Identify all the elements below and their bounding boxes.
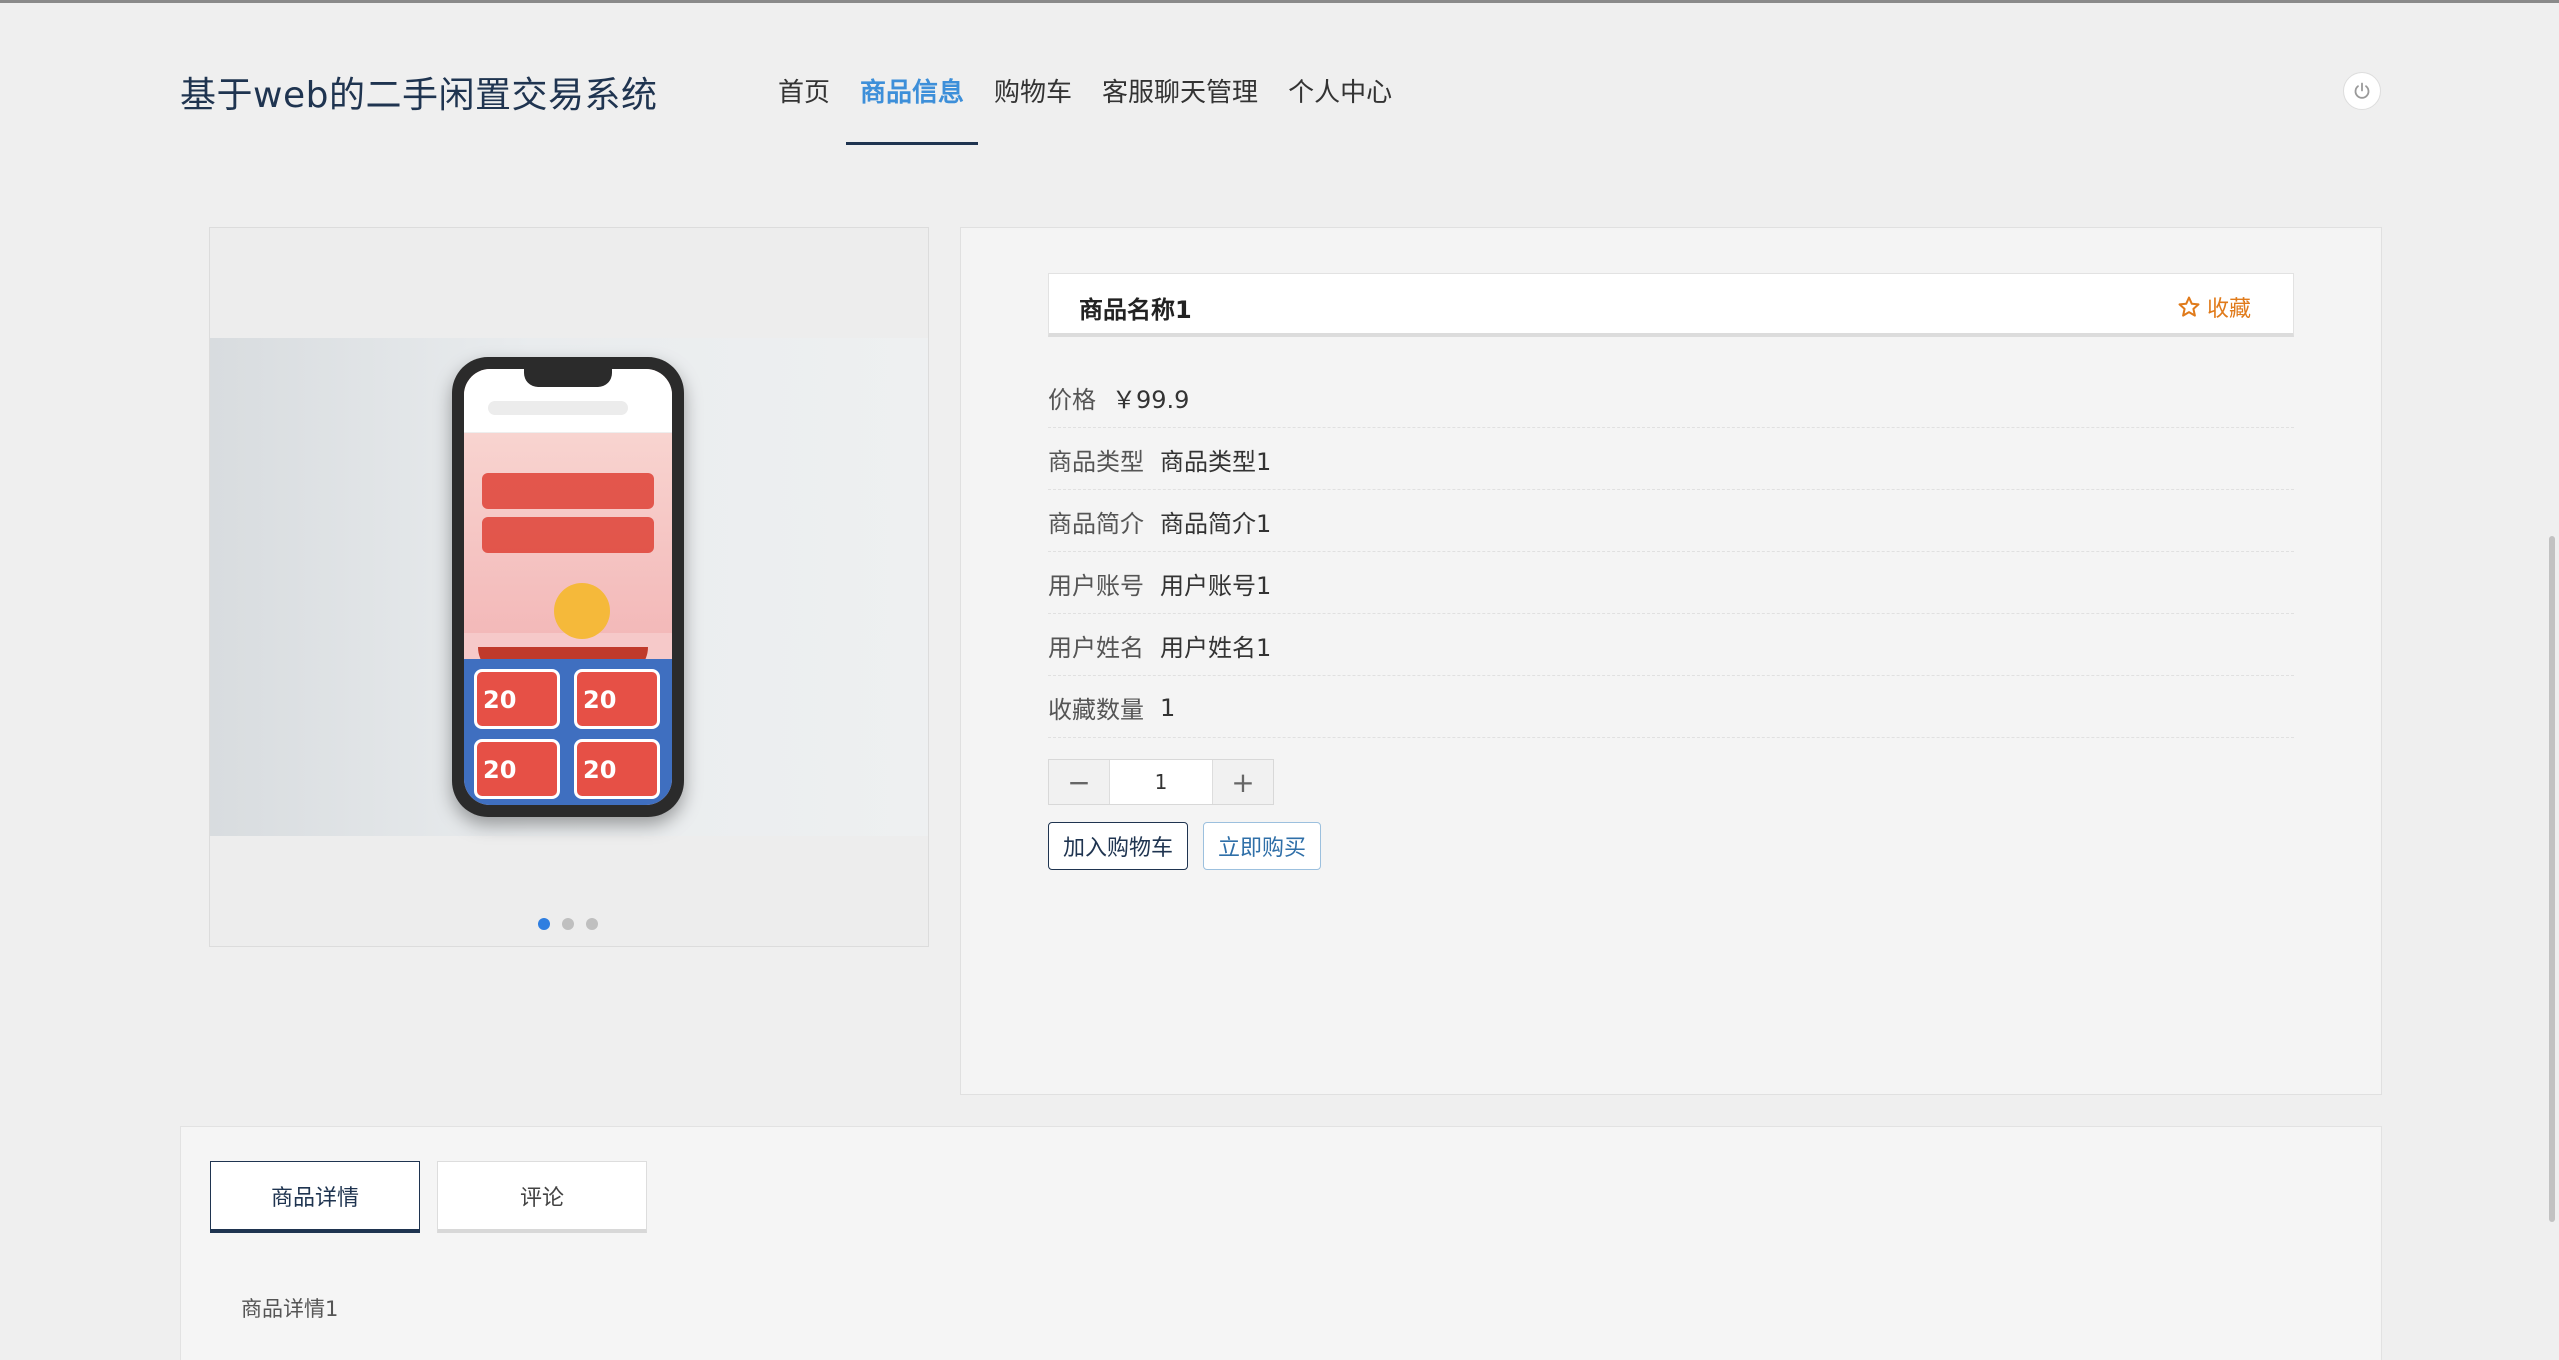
logout-button[interactable] xyxy=(2343,72,2381,110)
tab-comments[interactable]: 评论 xyxy=(437,1161,647,1233)
increase-quantity-button[interactable]: + xyxy=(1213,760,1273,804)
product-title-bar: 商品名称1 收藏 xyxy=(1048,273,2294,337)
decrease-quantity-button[interactable]: − xyxy=(1049,760,1109,804)
nav-item-label: 客服聊天管理 xyxy=(1102,78,1259,108)
active-tab-underline xyxy=(846,142,979,145)
buy-now-button[interactable]: 立即购买 xyxy=(1203,822,1322,870)
attr-key: 商品简介 xyxy=(1048,510,1144,538)
attr-row-price: 价格 ￥99.9 xyxy=(1048,366,2294,428)
attr-row-account: 用户账号 用户账号1 xyxy=(1048,552,2294,614)
favorite-button[interactable]: 收藏 xyxy=(2177,291,2251,323)
nav-item-product-info[interactable]: 商品信息 xyxy=(846,72,979,146)
nav-item-home[interactable]: 首页 xyxy=(770,72,838,146)
product-detail-content: 商品详情1 xyxy=(241,1297,339,1321)
star-outline-icon xyxy=(2178,296,2200,317)
nav-item-personal-center[interactable]: 个人中心 xyxy=(1280,72,1400,146)
nav-item-customer-service-chat[interactable]: 客服聊天管理 xyxy=(1094,72,1266,146)
top-border xyxy=(0,0,2559,3)
main-nav: 首页 商品信息 购物车 客服聊天管理 个人中心 xyxy=(770,72,1414,146)
product-detail-section: 商品详情 评论 商品详情1 xyxy=(180,1126,2382,1360)
product-info-panel: 商品名称1 收藏 价格 ￥99.9 商品类型 商品类型1 商品简介 商品简介1 … xyxy=(960,227,2382,1095)
quantity-stepper: − 1 + xyxy=(1048,759,1274,805)
attr-value: 商品简介1 xyxy=(1160,510,1272,538)
product-name: 商品名称1 xyxy=(1079,296,1192,324)
page-scrollbar[interactable] xyxy=(2549,536,2555,1222)
attr-key: 用户账号 xyxy=(1048,572,1144,600)
site-title: 基于web的二手闲置交易系统 xyxy=(180,75,658,116)
attr-row-summary: 商品简介 商品简介1 xyxy=(1048,490,2294,552)
product-attributes: 价格 ￥99.9 商品类型 商品类型1 商品简介 商品简介1 用户账号 用户账号… xyxy=(1048,366,2294,738)
attr-value: 用户账号1 xyxy=(1160,572,1272,600)
coupon-value: 20 xyxy=(483,686,517,714)
nav-item-cart[interactable]: 购物车 xyxy=(986,72,1080,146)
attr-value: ￥99.9 xyxy=(1112,386,1190,414)
attr-key: 价格 xyxy=(1048,386,1096,414)
product-image: 20 20 20 20 xyxy=(210,338,928,836)
carousel-dots xyxy=(538,918,610,930)
attr-row-favorites-count: 收藏数量 1 xyxy=(1048,676,2294,738)
tab-product-details[interactable]: 商品详情 xyxy=(210,1161,420,1233)
phone-mockup-image: 20 20 20 20 xyxy=(452,357,684,817)
nav-item-label: 购物车 xyxy=(994,78,1073,108)
attr-value: 用户姓名1 xyxy=(1160,634,1272,662)
coupon-value: 20 xyxy=(583,686,617,714)
attr-row-type: 商品类型 商品类型1 xyxy=(1048,428,2294,490)
quantity-input[interactable]: 1 xyxy=(1109,760,1213,804)
attr-key: 收藏数量 xyxy=(1048,696,1144,724)
carousel-dot-2[interactable] xyxy=(562,918,574,930)
favorite-label: 收藏 xyxy=(2206,297,2251,322)
add-to-cart-button[interactable]: 加入购物车 xyxy=(1048,822,1189,870)
attr-key: 商品类型 xyxy=(1048,448,1144,476)
nav-item-label: 个人中心 xyxy=(1288,78,1393,108)
attr-value: 1 xyxy=(1160,693,1176,722)
attr-value: 商品类型1 xyxy=(1160,448,1272,476)
carousel-dot-1[interactable] xyxy=(538,918,550,930)
nav-item-label: 首页 xyxy=(778,78,831,108)
product-image-carousel[interactable]: 20 20 20 20 xyxy=(209,227,929,947)
coupon-value: 20 xyxy=(583,756,617,784)
attr-key: 用户姓名 xyxy=(1048,634,1144,662)
attr-row-username: 用户姓名 用户姓名1 xyxy=(1048,614,2294,676)
carousel-dot-3[interactable] xyxy=(586,918,598,930)
nav-item-label: 商品信息 xyxy=(860,78,965,108)
power-icon xyxy=(2354,82,2370,99)
coupon-value: 20 xyxy=(483,756,517,784)
